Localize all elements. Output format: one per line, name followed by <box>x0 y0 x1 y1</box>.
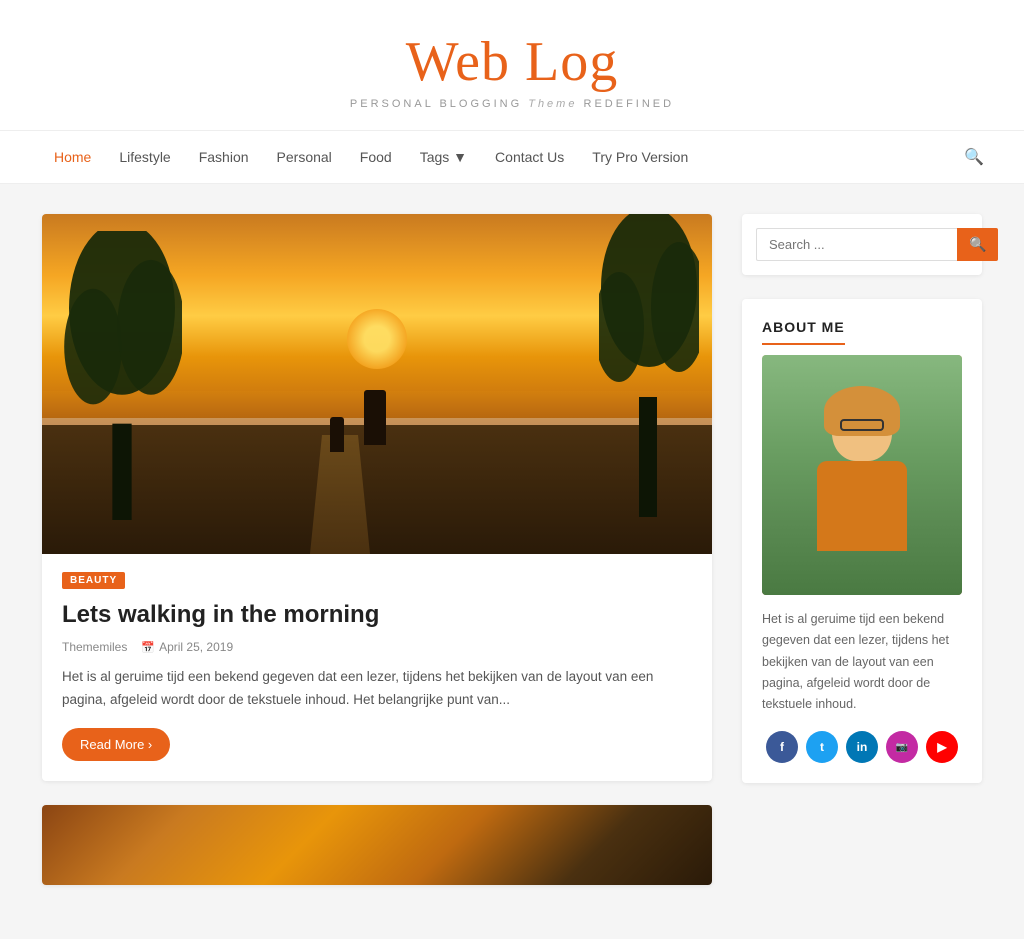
person-head <box>832 391 892 461</box>
about-text: Het is al geruime tijd een bekend gegeve… <box>762 609 962 715</box>
post-author: Thememiles <box>62 640 127 654</box>
site-navigation: Home Lifestyle Fashion Personal Food Tag… <box>0 131 1024 184</box>
person-image <box>762 355 962 595</box>
post-date-text: April 25, 2019 <box>159 640 233 654</box>
instagram-icon[interactable]: 📷 <box>886 731 918 763</box>
youtube-icon[interactable]: ▶ <box>926 731 958 763</box>
site-title: Web Log <box>20 30 1004 94</box>
main-container: BEAUTY Lets walking in the morning Theme… <box>22 184 1002 939</box>
twitter-icon[interactable]: t <box>806 731 838 763</box>
person-figure <box>797 391 927 591</box>
sunset-sun <box>347 309 407 369</box>
post-card-1: BEAUTY Lets walking in the morning Theme… <box>42 214 712 781</box>
search-widget: 🔍 <box>742 214 982 275</box>
tree-right-icon <box>599 214 699 520</box>
nav-link-tags[interactable]: Tags ▼ <box>406 131 481 183</box>
about-widget: ABOUT ME Het is al geruime tijd een beke… <box>742 299 982 783</box>
nav-item-lifestyle[interactable]: Lifestyle <box>105 131 184 183</box>
nav-link-fashion[interactable]: Fashion <box>185 131 263 183</box>
widget-title: ABOUT ME <box>762 319 845 345</box>
nav-links: Home Lifestyle Fashion Personal Food Tag… <box>40 131 702 183</box>
post-featured-image <box>42 214 712 554</box>
about-photo <box>762 355 962 595</box>
nav-link-personal[interactable]: Personal <box>263 131 346 183</box>
post-title: Lets walking in the morning <box>62 599 692 630</box>
nav-item-tags[interactable]: Tags ▼ <box>406 131 481 183</box>
read-more-button[interactable]: Read More › <box>62 728 170 761</box>
nav-link-home[interactable]: Home <box>40 131 105 183</box>
site-subtitle: PERSONAL BLOGGING Theme REDEFINED <box>20 98 1004 110</box>
sidebar: 🔍 ABOUT ME H <box>742 214 982 807</box>
post-body: BEAUTY Lets walking in the morning Theme… <box>42 554 712 781</box>
search-icon[interactable]: 🔍 <box>964 147 984 167</box>
site-header: Web Log PERSONAL BLOGGING Theme REDEFINE… <box>0 0 1024 131</box>
social-icons: f t in 📷 ▶ <box>762 731 962 763</box>
nav-item-home[interactable]: Home <box>40 131 105 183</box>
nav-item-pro[interactable]: Try Pro Version <box>578 131 702 183</box>
post-card-2 <box>42 805 712 885</box>
calendar-icon: 📅 <box>141 641 155 654</box>
linkedin-icon[interactable]: in <box>846 731 878 763</box>
nav-item-contact[interactable]: Contact Us <box>481 131 578 183</box>
nav-link-contact[interactable]: Contact Us <box>481 131 578 183</box>
post-category-badge: BEAUTY <box>62 572 125 589</box>
search-button[interactable]: 🔍 <box>957 228 998 261</box>
nav-link-lifestyle[interactable]: Lifestyle <box>105 131 184 183</box>
post-card-2-image <box>42 805 712 885</box>
tree-left-icon <box>62 231 182 520</box>
subtitle-after: REDEFINED <box>584 98 675 110</box>
main-content: BEAUTY Lets walking in the morning Theme… <box>42 214 712 909</box>
search-input[interactable] <box>756 228 957 261</box>
post-image-wrapper <box>42 214 712 554</box>
post-date: 📅 April 25, 2019 <box>141 640 233 654</box>
subtitle-italic: Theme <box>528 98 577 110</box>
nav-link-pro[interactable]: Try Pro Version <box>578 131 702 183</box>
post-meta: Thememiles 📅 April 25, 2019 <box>62 640 692 654</box>
facebook-icon[interactable]: f <box>766 731 798 763</box>
figure-adult <box>364 390 386 445</box>
post-excerpt: Het is al geruime tijd een bekend gegeve… <box>62 666 692 712</box>
nav-item-food[interactable]: Food <box>346 131 406 183</box>
nav-item-fashion[interactable]: Fashion <box>185 131 263 183</box>
about-title: ABOUT ME <box>762 319 962 355</box>
subtitle-plain: PERSONAL BLOGGING <box>350 98 522 110</box>
figure-child <box>330 417 344 452</box>
person-glasses <box>840 419 884 431</box>
nav-item-personal[interactable]: Personal <box>263 131 346 183</box>
person-body <box>817 461 907 551</box>
nav-link-food[interactable]: Food <box>346 131 406 183</box>
